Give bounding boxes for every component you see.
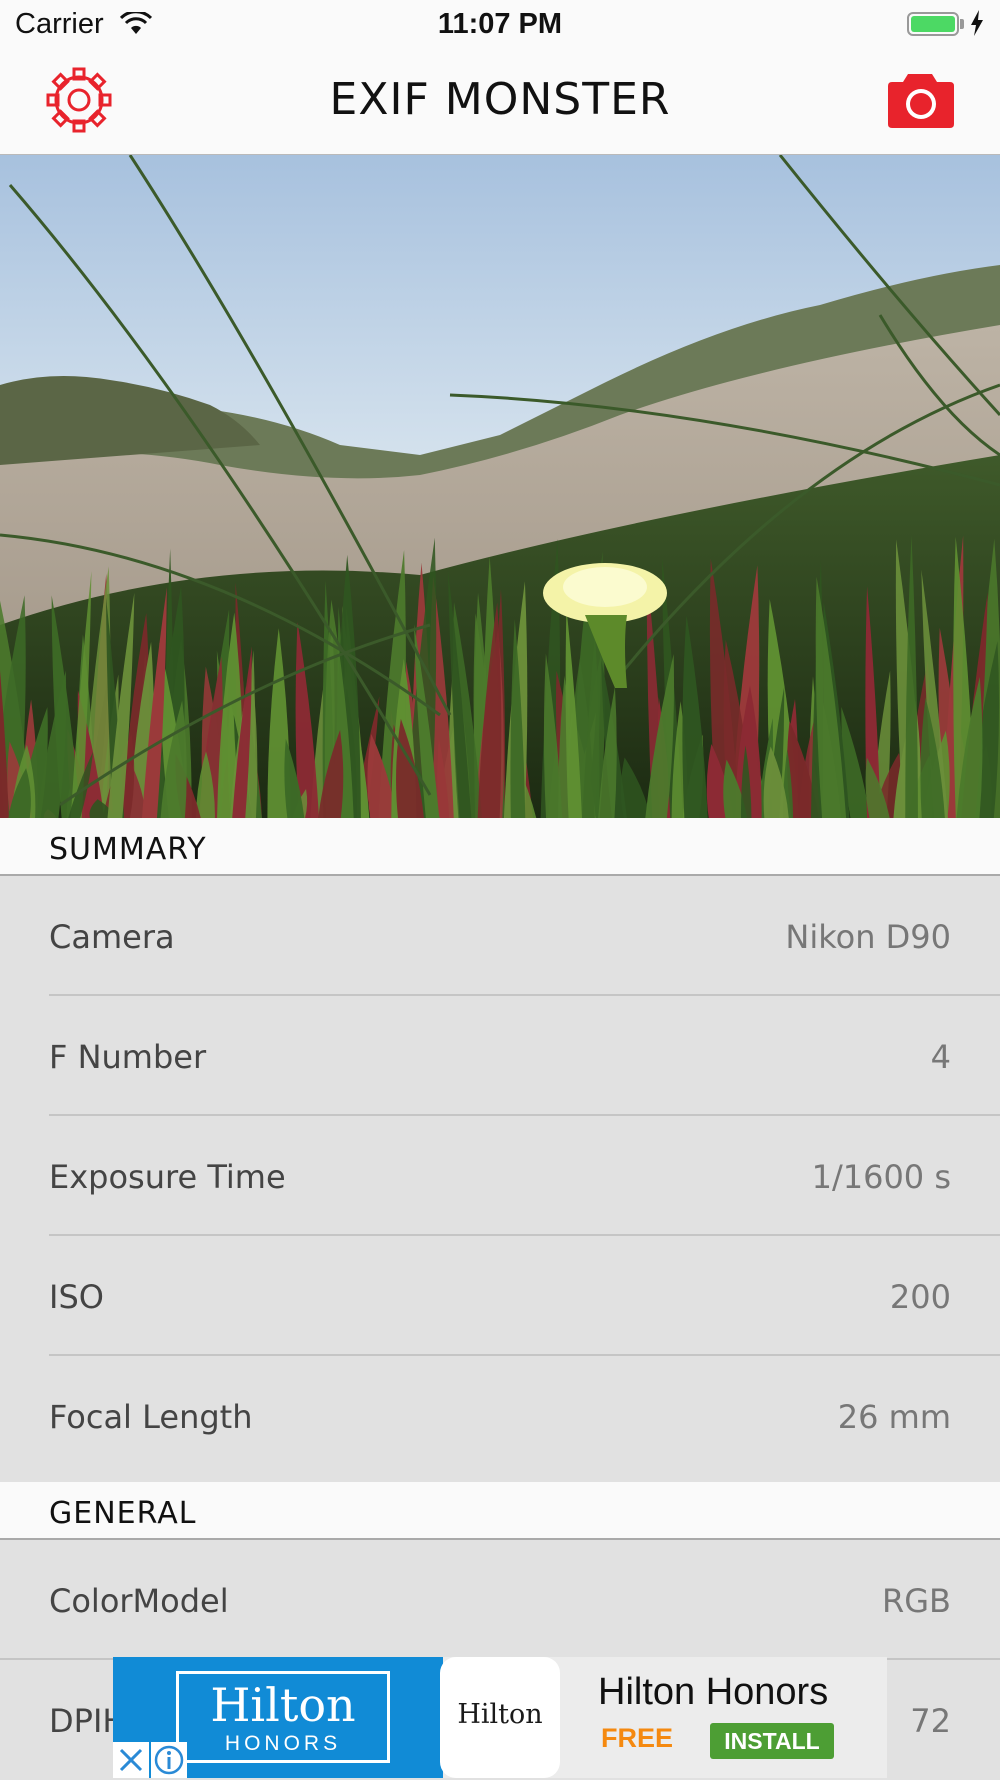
table-row[interactable]: ColorModel RGB bbox=[0, 1540, 1000, 1660]
table-row[interactable]: Focal Length 26 mm bbox=[0, 1356, 1000, 1476]
battery-icon bbox=[907, 12, 959, 36]
table-row[interactable]: ISO 200 bbox=[0, 1236, 1000, 1356]
photo-image bbox=[0, 155, 1000, 818]
row-value: 4 bbox=[930, 1038, 951, 1076]
close-icon[interactable] bbox=[113, 1742, 149, 1778]
row-value: RGB bbox=[882, 1582, 951, 1620]
row-label: F Number bbox=[49, 1038, 207, 1076]
row-label: ColorModel bbox=[49, 1582, 229, 1620]
ad-app-icon-text: Hilton bbox=[457, 1699, 543, 1730]
section-title: SUMMARY bbox=[49, 832, 207, 867]
status-time: 11:07 PM bbox=[437, 8, 563, 40]
selected-photo[interactable] bbox=[0, 155, 1000, 818]
table-row[interactable]: F Number 4 bbox=[0, 996, 1000, 1116]
ad-logo-sub: HONORS bbox=[224, 1732, 342, 1755]
ad-banner[interactable]: Hilton HONORS Hilton Hilton Honors FREE … bbox=[113, 1657, 887, 1778]
section-title: GENERAL bbox=[49, 1496, 197, 1531]
ad-title: Hilton Honors bbox=[598, 1671, 829, 1713]
row-value: 1/1600 s bbox=[811, 1158, 951, 1196]
charging-bolt-icon bbox=[971, 10, 983, 36]
row-label: Exposure Time bbox=[49, 1158, 286, 1196]
table-row[interactable]: Camera Nikon D90 bbox=[0, 876, 1000, 996]
ad-install-button[interactable]: INSTALL bbox=[710, 1723, 834, 1759]
ad-app-icon: Hilton bbox=[440, 1657, 560, 1778]
battery-level-fill bbox=[911, 16, 955, 32]
ad-price: FREE bbox=[601, 1723, 674, 1753]
battery-tip bbox=[960, 19, 964, 29]
section-header-summary: SUMMARY bbox=[0, 818, 1000, 876]
row-label: ISO bbox=[49, 1278, 104, 1316]
app-title: EXIF MONSTER bbox=[329, 74, 671, 125]
section-header-general: GENERAL bbox=[0, 1482, 1000, 1540]
table-row[interactable]: Exposure Time 1/1600 s bbox=[0, 1116, 1000, 1236]
navigation-bar: EXIF MONSTER bbox=[0, 50, 1000, 155]
row-label: Camera bbox=[49, 918, 175, 956]
ad-logo-word: Hilton bbox=[210, 1678, 356, 1732]
row-label: Focal Length bbox=[49, 1398, 253, 1436]
row-value: Nikon D90 bbox=[785, 918, 951, 956]
ad-brand-logo: Hilton HONORS bbox=[176, 1671, 390, 1763]
row-value: 200 bbox=[889, 1278, 951, 1316]
info-icon[interactable] bbox=[151, 1742, 187, 1778]
row-value: 26 mm bbox=[837, 1398, 951, 1436]
row-value: 72 bbox=[910, 1702, 951, 1740]
status-bar: Carrier 11:07 PM bbox=[0, 0, 1000, 50]
camera-icon[interactable] bbox=[888, 70, 954, 128]
